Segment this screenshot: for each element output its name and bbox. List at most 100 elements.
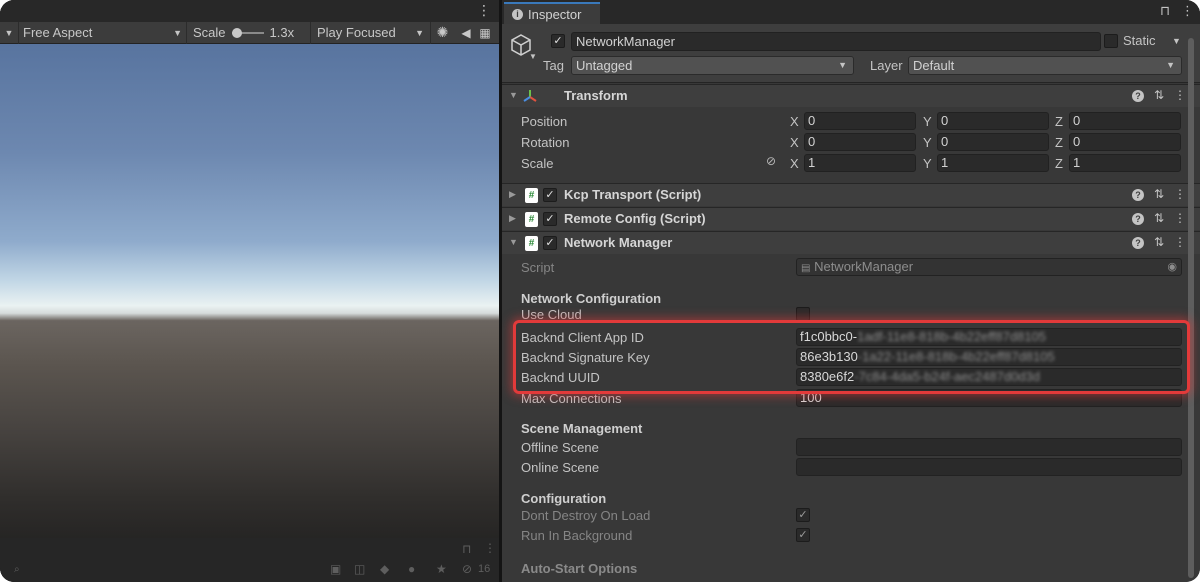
- preset-sliders-icon[interactable]: ⇅: [1154, 211, 1164, 225]
- run-in-background-checkbox[interactable]: ✓: [796, 528, 810, 542]
- stats-toggle[interactable]: ▦: [478, 22, 492, 44]
- hidden-count-icon[interactable]: ⊘: [462, 562, 472, 576]
- position-x-field[interactable]: 0: [804, 112, 916, 130]
- scrollbar-thumb[interactable]: [1188, 38, 1194, 578]
- scale-z-field[interactable]: 1: [1069, 154, 1181, 172]
- layers-icon[interactable]: ◫: [354, 562, 365, 576]
- speaker-icon: ◀: [461, 25, 471, 40]
- help-icon[interactable]: ?: [1131, 90, 1144, 102]
- kebab-menu-icon[interactable]: ⋮: [484, 541, 496, 555]
- preset-sliders-icon[interactable]: ⇅: [1154, 235, 1164, 249]
- axis-x-label: X: [790, 135, 799, 150]
- network-manager-component-header[interactable]: ▼ # ✓ Network Manager ? ⇅ ⋮: [502, 231, 1200, 254]
- scale-slider[interactable]: [231, 27, 264, 39]
- component-enabled-checkbox[interactable]: ✓: [543, 236, 557, 250]
- preset-sliders-icon[interactable]: ⇅: [1154, 187, 1164, 201]
- layer-dropdown[interactable]: Default ▼: [908, 56, 1182, 75]
- tag-label: Tag: [543, 58, 564, 73]
- offline-scene-field[interactable]: [796, 438, 1182, 456]
- online-scene-label: Online Scene: [521, 460, 600, 475]
- dont-destroy-checkbox[interactable]: ✓: [796, 508, 810, 522]
- component-header-icons: ? ⇅ ⋮: [1131, 187, 1186, 201]
- axis-y-label: Y: [923, 156, 932, 171]
- csharp-script-icon: #: [525, 188, 538, 203]
- icon-dropdown-arrow[interactable]: ▼: [529, 52, 537, 61]
- csharp-script-icon: #: [525, 236, 538, 251]
- scale-x-field[interactable]: 1: [804, 154, 916, 172]
- kebab-menu-icon[interactable]: ⋮: [477, 2, 491, 19]
- lock-icon[interactable]: ⊓: [462, 542, 471, 556]
- unity-editor-window: ⋮ ▼ Free Aspect ▼ Scale 1.3x Play Focuse…: [0, 0, 1200, 582]
- lock-icon[interactable]: ⊓: [1160, 3, 1170, 19]
- hidden-count: 16: [478, 563, 491, 575]
- transform-component-header[interactable]: ▼ Transform ? ⇅ ⋮: [502, 84, 1200, 107]
- axis-y-label: Y: [923, 114, 932, 129]
- gameobject-active-checkbox[interactable]: ✓: [551, 34, 565, 48]
- game-viewport[interactable]: [0, 44, 499, 538]
- static-dropdown-arrow[interactable]: ▼: [1172, 36, 1181, 46]
- gameobject-name-field[interactable]: NetworkManager: [571, 32, 1101, 51]
- component-enabled-checkbox[interactable]: ✓: [543, 212, 557, 226]
- tag-icon[interactable]: ◆: [380, 562, 389, 576]
- rotation-x-field[interactable]: 0: [804, 133, 916, 151]
- game-view-panel: ⋮ ▼ Free Aspect ▼ Scale 1.3x Play Focuse…: [0, 0, 499, 582]
- rotation-z-field[interactable]: 0: [1069, 133, 1181, 151]
- search-icon[interactable]: ⌕: [14, 564, 20, 575]
- inspector-scrollbar[interactable]: [1184, 24, 1198, 582]
- kebab-menu-icon[interactable]: ⋮: [1181, 3, 1194, 19]
- help-icon[interactable]: ?: [1131, 237, 1144, 249]
- tag-value: Untagged: [576, 58, 633, 73]
- network-configuration-header: Network Configuration: [521, 291, 662, 306]
- axis-z-label: Z: [1055, 114, 1063, 129]
- help-icon[interactable]: ?: [1131, 189, 1144, 201]
- star-icon[interactable]: ★: [436, 562, 447, 576]
- bug-toggle[interactable]: ✺: [430, 21, 454, 44]
- component-header-icons: ? ⇅ ⋮: [1131, 235, 1186, 249]
- constrain-proportions-icon[interactable]: ⊘: [766, 154, 776, 168]
- inspector-tab-bar: i Inspector ⊓ ⋮: [502, 0, 1200, 24]
- gameobject-header: ▼ ✓ NetworkManager Static ▼ Tag Untagged…: [502, 24, 1200, 83]
- axis-x-label: X: [790, 114, 799, 129]
- static-checkbox[interactable]: [1104, 34, 1118, 48]
- script-value: NetworkManager: [814, 259, 914, 274]
- layer-value: Default: [913, 58, 955, 73]
- display-dropdown[interactable]: ▼: [0, 22, 18, 44]
- component-enabled-checkbox[interactable]: ✓: [543, 188, 557, 202]
- preset-sliders-icon[interactable]: ⇅: [1154, 88, 1164, 102]
- scale-control[interactable]: Scale 1.3x: [186, 21, 310, 44]
- help-icon[interactable]: ?: [1131, 213, 1144, 225]
- play-mode-label: Play Focused: [317, 25, 396, 40]
- scale-slider-thumb[interactable]: [231, 27, 242, 38]
- scale-y-field[interactable]: 1: [937, 154, 1049, 172]
- play-mode-dropdown[interactable]: Play Focused ▼: [310, 21, 430, 44]
- csharp-script-icon: #: [525, 212, 538, 227]
- image-icon[interactable]: ▣: [330, 562, 341, 576]
- rotation-y-field[interactable]: 0: [937, 133, 1049, 151]
- online-scene-field[interactable]: [796, 458, 1182, 476]
- kcp-transport-component-header[interactable]: ▶ # ✓ Kcp Transport (Script) ? ⇅ ⋮: [502, 183, 1200, 206]
- script-label: Script: [521, 260, 555, 275]
- fold-arrow-collapsed-icon[interactable]: ▶: [509, 213, 516, 224]
- script-object-field: ▤ NetworkManager ◉: [796, 258, 1182, 276]
- fold-arrow-collapsed-icon[interactable]: ▶: [509, 189, 516, 200]
- position-y-field[interactable]: 0: [937, 112, 1049, 130]
- tab-inspector[interactable]: i Inspector: [504, 2, 600, 24]
- use-cloud-checkbox[interactable]: [796, 307, 810, 321]
- highlight-box: [513, 320, 1190, 394]
- scale-label: Scale: [193, 25, 226, 40]
- remote-config-component-header[interactable]: ▶ # ✓ Remote Config (Script) ? ⇅ ⋮: [502, 207, 1200, 230]
- layer-label: Layer: [870, 58, 903, 73]
- info-icon[interactable]: ●: [408, 562, 415, 576]
- axis-x-label: X: [790, 156, 799, 171]
- chevron-down-icon: ▼: [415, 27, 424, 38]
- fold-arrow-expanded-icon[interactable]: ▼: [509, 237, 518, 247]
- script-file-icon: ▤: [801, 263, 811, 274]
- transform-header-icons: ? ⇅ ⋮: [1131, 88, 1186, 102]
- mute-audio-toggle[interactable]: ◀: [454, 22, 478, 44]
- position-z-field[interactable]: 0: [1069, 112, 1181, 130]
- transform-axes-icon: [523, 90, 537, 102]
- tag-dropdown[interactable]: Untagged ▼: [571, 56, 854, 75]
- aspect-dropdown[interactable]: Free Aspect ▼: [18, 21, 186, 44]
- game-view-tab-strip: ⋮: [0, 0, 499, 22]
- fold-arrow-expanded-icon[interactable]: ▼: [509, 90, 518, 100]
